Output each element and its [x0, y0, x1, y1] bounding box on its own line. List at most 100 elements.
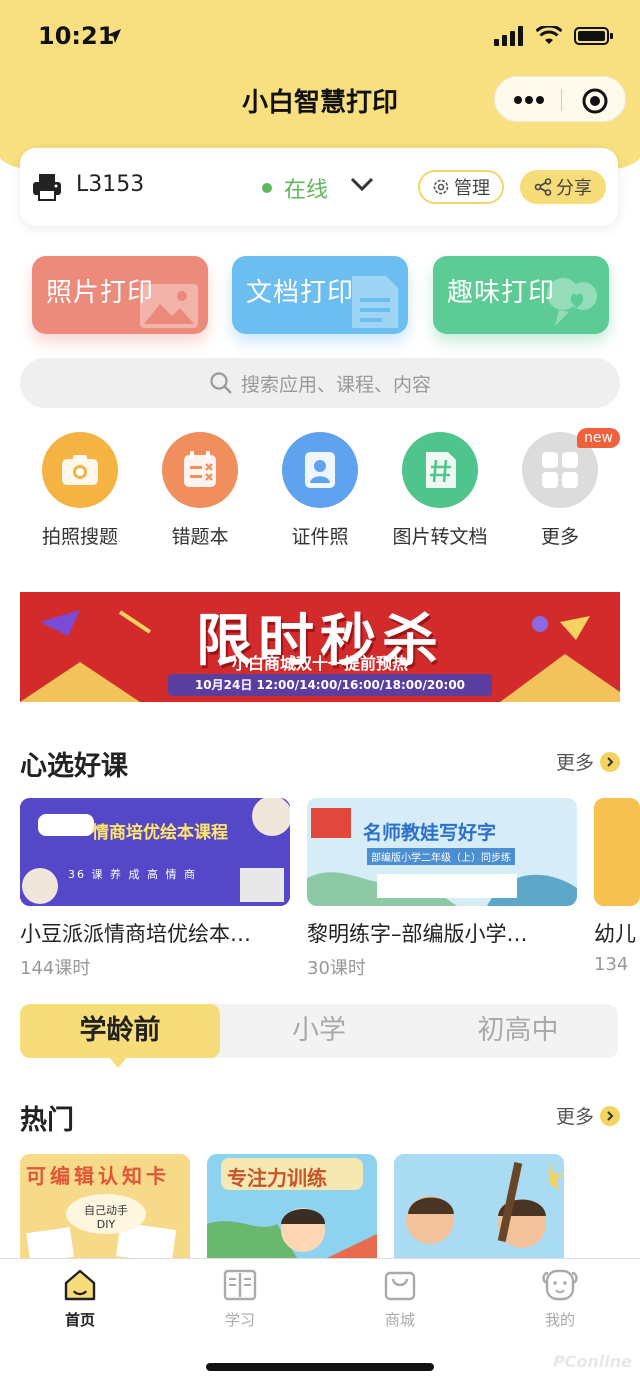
- location-arrow-icon: [107, 29, 121, 43]
- tab-label: 我的: [544, 1311, 575, 1329]
- printer-icon: [33, 174, 61, 201]
- tab-shop[interactable]: 商城: [320, 1267, 480, 1330]
- course-lessons: 30课时: [307, 958, 366, 979]
- active-tab-pointer: [108, 1056, 128, 1068]
- app-image-to-doc[interactable]: 图片转文档: [380, 432, 500, 549]
- profile-icon: [542, 1269, 578, 1301]
- hot-card-sub: 自己动手 DIY: [84, 1204, 128, 1231]
- age-tabs: 学龄前 小学 初高中: [20, 1004, 618, 1058]
- chevron-right-icon: [600, 1105, 620, 1126]
- hot-card[interactable]: [394, 1154, 564, 1258]
- tab-preschool[interactable]: 学龄前: [20, 1004, 220, 1058]
- course-cover-tag: 36 课 养 成 高 情 商: [68, 868, 197, 881]
- more-label: 更多: [555, 1106, 594, 1128]
- tab-label: 学习: [224, 1311, 255, 1329]
- photo-print-button[interactable]: 照片打印: [32, 256, 208, 334]
- tab-label: 首页: [64, 1311, 95, 1329]
- status-bar: 10:21: [0, 0, 640, 76]
- hot-card-caption: 专注力训练: [227, 1166, 327, 1190]
- tab-label: 商城: [384, 1311, 415, 1329]
- search-icon: [210, 372, 232, 394]
- chevron-down-icon[interactable]: [350, 176, 374, 192]
- fun-print-label: 趣味打印: [447, 278, 556, 308]
- courses-section-title: 心选好课: [20, 751, 128, 782]
- image-to-doc-icon: [402, 432, 478, 508]
- heart-bubble-icon: [547, 278, 597, 326]
- manage-label: 管理: [454, 178, 490, 199]
- share-label: 分享: [556, 178, 592, 199]
- home-icon: [64, 1269, 96, 1301]
- picture-icon: [140, 284, 198, 328]
- tab-home[interactable]: 首页: [0, 1267, 160, 1330]
- gear-icon: [433, 179, 449, 195]
- app-mistake-book[interactable]: 错题本: [140, 432, 260, 549]
- course-cover: 情商培优绘本课程 36 课 养 成 高 情 商: [20, 798, 290, 906]
- fun-print-button[interactable]: 趣味打印: [433, 256, 609, 334]
- device-name: L3153: [76, 172, 145, 197]
- course-lessons: 144课时: [20, 958, 91, 979]
- hot-card[interactable]: 可编辑认知卡 自己动手 DIY: [20, 1154, 190, 1258]
- device-status: 在线: [284, 178, 329, 203]
- course-cover-tag: 部编版小学二年级（上）同步练: [367, 848, 515, 865]
- search-bar[interactable]: 搜索应用、课程、内容: [20, 358, 620, 408]
- bag-icon: [384, 1271, 416, 1301]
- battery-icon: [574, 27, 613, 45]
- home-indicator[interactable]: [206, 1363, 434, 1371]
- course-cover: 名师教娃写好字 部编版小学二年级（上）同步练: [307, 798, 577, 906]
- chevron-right-icon: [600, 751, 620, 772]
- tab-study[interactable]: 学习: [160, 1267, 320, 1330]
- device-card: L3153 在线 管理 分享: [20, 148, 618, 226]
- course-title: 小豆派派情商培优绘本…: [20, 922, 251, 946]
- wifi-icon: [536, 26, 562, 44]
- courses-more-link[interactable]: 更多: [556, 748, 620, 775]
- more-label: 更多: [555, 752, 594, 774]
- app-label: 错题本: [171, 526, 229, 548]
- document-print-label: 文档打印: [246, 278, 355, 308]
- course-title: 黎明练字–部编版小学…: [307, 922, 528, 946]
- notebook-icon: [162, 432, 238, 508]
- app-photo-search[interactable]: 拍照搜题: [20, 432, 140, 549]
- hot-card-caption: 可编辑认知卡: [26, 1164, 170, 1188]
- share-button[interactable]: 分享: [520, 170, 606, 204]
- app-label: 拍照搜题: [41, 526, 118, 548]
- close-target-icon[interactable]: [581, 87, 609, 115]
- hot-more-link[interactable]: 更多: [556, 1102, 620, 1129]
- course-cover-title: 情商培优绘本课程: [92, 823, 228, 843]
- course-card[interactable]: 名师教娃写好字 部编版小学二年级（上）同步练 黎明练字–部编版小学… 30课时: [307, 798, 577, 980]
- online-status-dot: [262, 183, 272, 193]
- tab-primary[interactable]: 小学: [219, 1004, 419, 1058]
- banner-schedule: 10月24日 12:00/14:00/16:00/18:00/20:00: [168, 674, 492, 696]
- course-lessons: 134: [594, 954, 629, 975]
- app-label: 证件照: [291, 526, 349, 548]
- more-dots-icon[interactable]: [513, 93, 545, 107]
- camera-icon: [42, 432, 118, 508]
- course-title: 幼儿: [594, 922, 636, 946]
- course-card[interactable]: 情商培优绘本课程 36 课 养 成 高 情 商 小豆派派情商培优绘本… 144课…: [20, 798, 290, 980]
- course-card-partial[interactable]: 幼儿 134: [594, 798, 640, 975]
- course-cover-title: 名师教娃写好字: [363, 822, 497, 844]
- manage-button[interactable]: 管理: [418, 170, 504, 204]
- tab-secondary[interactable]: 初高中: [418, 1004, 618, 1058]
- signal-icon: [494, 26, 523, 46]
- app-id-photo[interactable]: 证件照: [260, 432, 380, 549]
- document-print-button[interactable]: 文档打印: [232, 256, 408, 334]
- search-placeholder: 搜索应用、课程、内容: [240, 373, 431, 396]
- title-bar: 小白智慧打印: [0, 76, 640, 124]
- app-more[interactable]: 更多 new: [500, 428, 620, 549]
- miniprogram-capsule: [494, 76, 626, 122]
- capsule-divider: [561, 89, 562, 111]
- app-grid: 拍照搜题 错题本 证件照 图片转文档 更多 new: [0, 428, 640, 552]
- app-label: 更多: [540, 526, 579, 548]
- id-photo-icon: [282, 432, 358, 508]
- course-cover: [594, 798, 640, 906]
- document-icon: [352, 276, 398, 328]
- hot-card[interactable]: 专注力训练: [207, 1154, 377, 1258]
- share-icon: [534, 178, 552, 196]
- book-icon: [223, 1269, 257, 1301]
- promo-banner[interactable]: 限时秒杀 小白商城双十一提前预热 10月24日 12:00/14:00/16:0…: [20, 592, 620, 702]
- status-icons: [494, 26, 614, 46]
- banner-subline: 小白商城双十一提前预热: [231, 654, 408, 673]
- hot-section-title: 热门: [20, 1105, 74, 1136]
- status-time: 10:21: [38, 22, 115, 50]
- tab-profile[interactable]: 我的: [480, 1267, 640, 1330]
